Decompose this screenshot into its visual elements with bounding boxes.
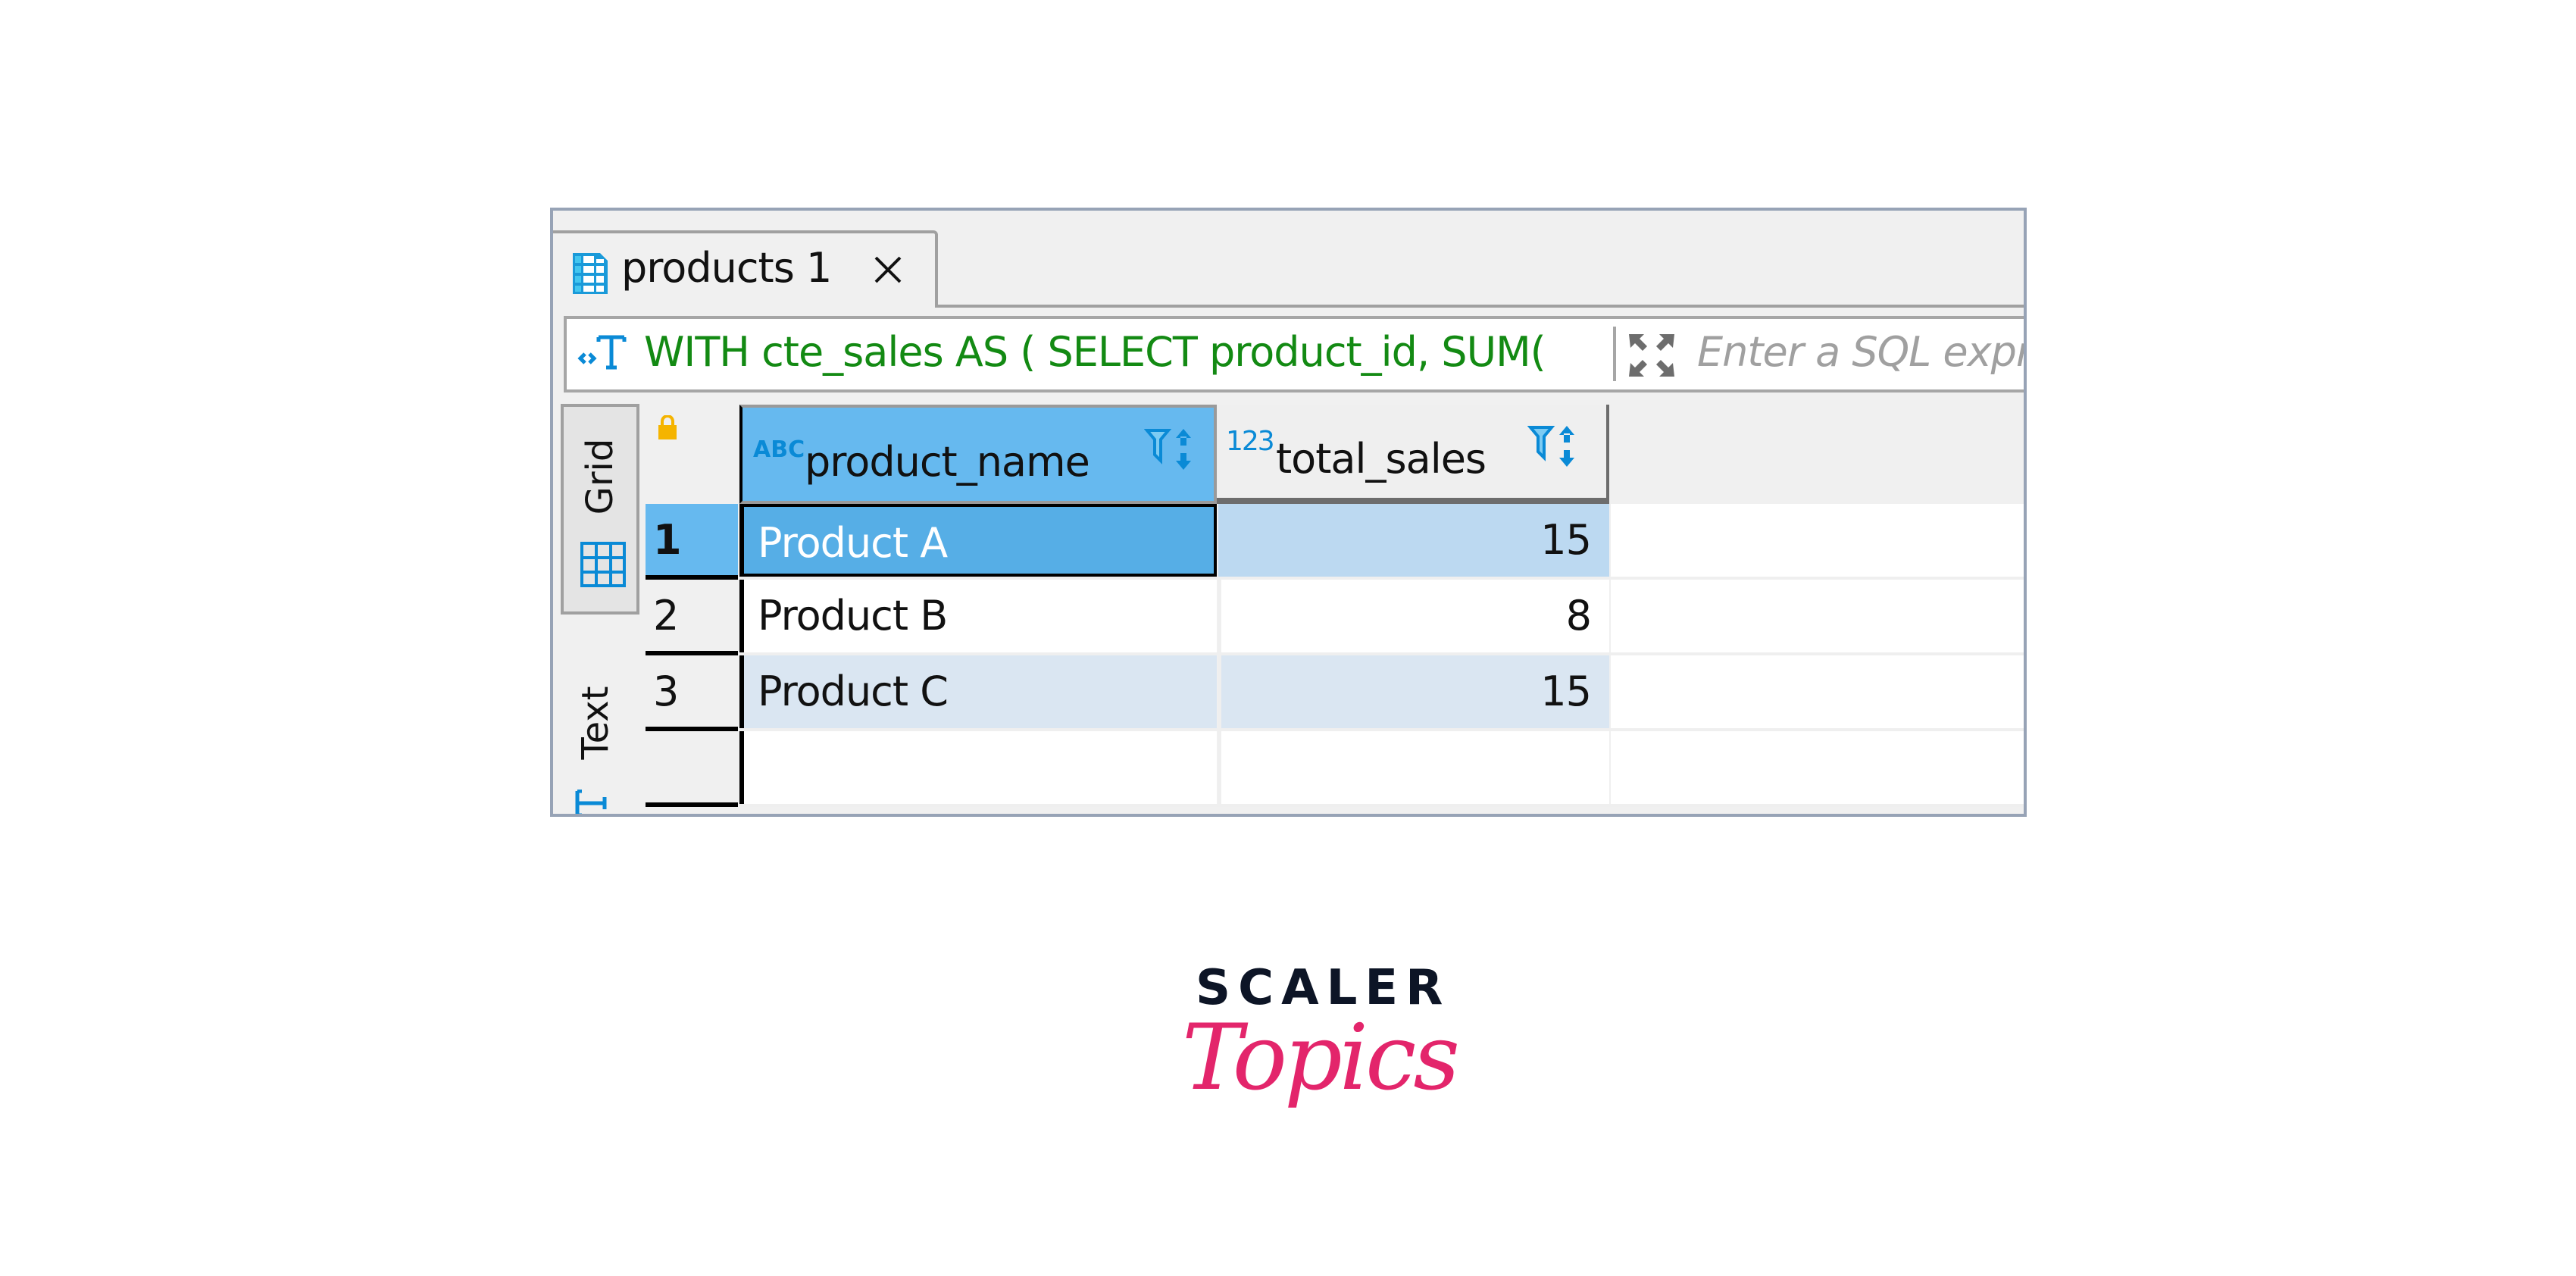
column-header-label: total_sales [1276,435,1487,483]
table-row[interactable]: 2 Product B 8 [646,580,2024,655]
table-row[interactable]: 3 Product C 15 [646,655,2024,731]
logo-sub-text: Topics [1182,1005,1460,1111]
results-panel: products 1 WITH cte_sales AS ( SELECT pr… [550,208,2027,817]
row-number-empty [646,731,738,807]
sql-query-bar[interactable]: WITH cte_sales AS ( SELECT product_id, S… [564,316,2024,392]
empty-row [646,731,2024,807]
text-type-badge: ABC [753,436,805,463]
filter-expression-input[interactable]: Enter a SQL expr [1697,328,2024,376]
table-icon [573,253,608,294]
empty-cell [1611,731,2024,804]
sql-text-icon [577,335,627,370]
row-number[interactable]: 3 [646,655,738,731]
empty-cell [1611,655,2024,728]
filter-sort-icon[interactable] [1144,426,1197,479]
empty-cell [1611,580,2024,652]
sql-bar-divider [1613,327,1616,381]
number-type-badge: 123 [1226,426,1275,457]
empty-cell [1218,731,1609,804]
empty-cell [1611,504,2024,577]
text-icon[interactable] [574,790,609,817]
side-tab-grid-label: Grid [579,438,621,515]
table-row[interactable]: 1 Product A 15 [646,504,2024,580]
row-number[interactable]: 1 [646,504,738,580]
cell-total-sales[interactable]: 15 [1218,504,1609,577]
results-grid: ABC product_name 123 total_sales 1 Produ… [646,405,2024,814]
sql-query-text[interactable]: WITH cte_sales AS ( SELECT product_id, S… [644,328,1610,376]
row-separator [739,804,2024,807]
column-header-total-sales[interactable]: 123 total_sales [1217,405,1609,504]
cell-total-sales[interactable]: 15 [1218,655,1609,728]
column-header-label: product_name [805,438,1090,486]
cell-product-name[interactable]: Product C [739,655,1217,728]
expand-icon[interactable] [1627,333,1676,378]
tab-label: products 1 [621,244,832,292]
row-number[interactable]: 2 [646,580,738,655]
cell-product-name[interactable]: Product B [739,580,1217,652]
filter-sort-icon[interactable] [1527,423,1580,476]
grid-icon [580,542,626,587]
scaler-topics-logo: SCALER Topics [1159,951,1460,1148]
close-icon[interactable] [871,253,905,286]
tab-products-1[interactable]: products 1 [553,230,938,308]
column-header-product-name[interactable]: ABC product_name [739,405,1217,504]
side-tab-text[interactable]: Text [574,686,617,759]
lock-icon [658,415,677,439]
side-tab-grid[interactable]: Grid [561,404,639,615]
empty-cell [739,731,1217,804]
cell-product-name[interactable]: Product A [739,504,1217,577]
cell-total-sales[interactable]: 8 [1218,580,1609,652]
